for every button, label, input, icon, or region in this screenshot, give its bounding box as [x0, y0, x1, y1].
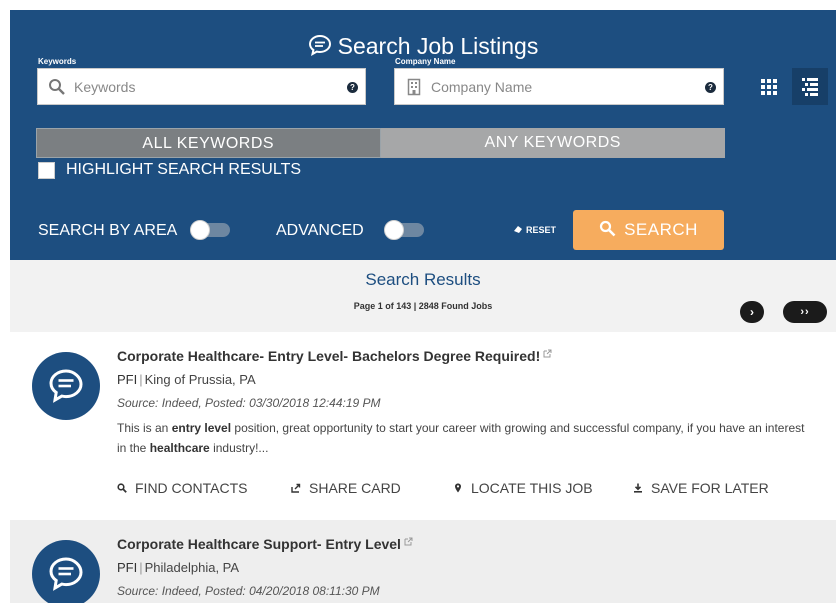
reset-label: RESET [526, 225, 557, 235]
next-page-button[interactable]: › [740, 301, 764, 323]
search-panel: Search Job Listings Keywords ? Company N… [10, 10, 836, 260]
advanced-label: ADVANCED [276, 222, 364, 239]
company-name: PFI [117, 560, 138, 575]
job-location: Philadelphia, PA [144, 560, 240, 575]
search-button[interactable]: SEARCH [573, 210, 724, 250]
save-later-button[interactable]: SAVE FOR LATER [633, 480, 769, 496]
chat-bubble-icon [308, 34, 331, 56]
search-by-area-switch[interactable] [190, 220, 230, 240]
page-title-text: Search Job Listings [337, 33, 539, 59]
results-title: Search Results [365, 270, 481, 289]
job-source: Source: Indeed, Posted: 03/30/2018 12:44… [117, 396, 381, 410]
company-label: Company Name [395, 57, 456, 66]
any-keywords-option[interactable]: ANY KEYWORDS [381, 128, 726, 158]
job-title-text: Corporate Healthcare- Entry Level- Bache… [117, 348, 541, 364]
share-icon [291, 483, 301, 493]
company-help-icon[interactable]: ? [705, 82, 716, 93]
company-field[interactable]: ? [394, 68, 724, 105]
search-label: SEARCH [624, 220, 698, 239]
results-count: Page 1 of 143 | 2848 Found Jobs [353, 301, 493, 311]
external-link-icon [543, 349, 552, 358]
chat-bubble-icon [49, 557, 83, 591]
download-icon [634, 483, 642, 493]
job-location: King of Prussia, PA [144, 372, 256, 387]
job-title-link[interactable]: Corporate Healthcare- Entry Level- Bache… [117, 348, 552, 364]
find-contacts-button[interactable]: FIND CONTACTS [117, 480, 248, 496]
locate-job-button[interactable]: LOCATE THIS JOB [453, 480, 593, 496]
job-card: Corporate Healthcare- Entry Level- Bache… [10, 332, 836, 520]
all-keywords-option[interactable]: ALL KEYWORDS [36, 128, 381, 158]
eraser-icon [514, 226, 522, 233]
job-title-link[interactable]: Corporate Healthcare Support- Entry Leve… [117, 536, 413, 552]
company-logo [32, 352, 100, 420]
job-title-text: Corporate Healthcare Support- Entry Leve… [117, 536, 401, 552]
reset-button[interactable]: RESET [513, 224, 556, 235]
advanced-switch[interactable] [384, 220, 424, 240]
results-header: Search Results Page 1 of 143 | 2848 Foun… [10, 260, 836, 332]
search-icon [117, 483, 127, 493]
switch-knob [190, 220, 210, 240]
job-card: Corporate Healthcare Support- Entry Leve… [10, 520, 836, 603]
list-view-button[interactable] [792, 68, 828, 105]
chat-bubble-icon [49, 369, 83, 403]
search-by-area-label: SEARCH BY AREA [38, 222, 178, 239]
keywords-label: Keywords [38, 57, 77, 66]
keywords-input[interactable] [74, 69, 331, 104]
locate-job-label: LOCATE THIS JOB [471, 480, 593, 496]
job-company: PFI | Philadelphia, PA [117, 560, 240, 575]
keywords-field[interactable]: ? [37, 68, 366, 105]
share-card-button[interactable]: SHARE CARD [291, 480, 401, 496]
map-pin-icon [455, 483, 461, 493]
search-icon [599, 220, 616, 237]
job-source: Source: Indeed, Posted: 04/20/2018 08:11… [117, 584, 380, 598]
keyword-mode-toggle: ALL KEYWORDS ANY KEYWORDS [36, 128, 725, 158]
building-icon [407, 78, 421, 96]
company-input[interactable] [431, 69, 689, 104]
save-later-label: SAVE FOR LATER [651, 480, 769, 496]
company-logo [32, 540, 100, 603]
keywords-help-icon[interactable]: ? [347, 82, 358, 93]
find-contacts-label: FIND CONTACTS [135, 480, 248, 496]
highlight-checkbox[interactable] [38, 162, 55, 179]
job-description: This is an entry level position, great o… [117, 421, 805, 455]
external-link-icon [404, 537, 413, 546]
page-title: Search Job Listings [10, 33, 836, 60]
list-icon [802, 78, 818, 96]
grid-icon [761, 79, 777, 95]
highlight-label: HIGHLIGHT SEARCH RESULTS [66, 161, 302, 178]
grid-view-button[interactable] [751, 68, 787, 105]
search-icon [49, 79, 65, 95]
last-page-button[interactable]: ›› [783, 301, 827, 323]
job-company: PFI | King of Prussia, PA [117, 372, 256, 387]
share-card-label: SHARE CARD [309, 480, 401, 496]
switch-knob [384, 220, 404, 240]
company-name: PFI [117, 372, 138, 387]
